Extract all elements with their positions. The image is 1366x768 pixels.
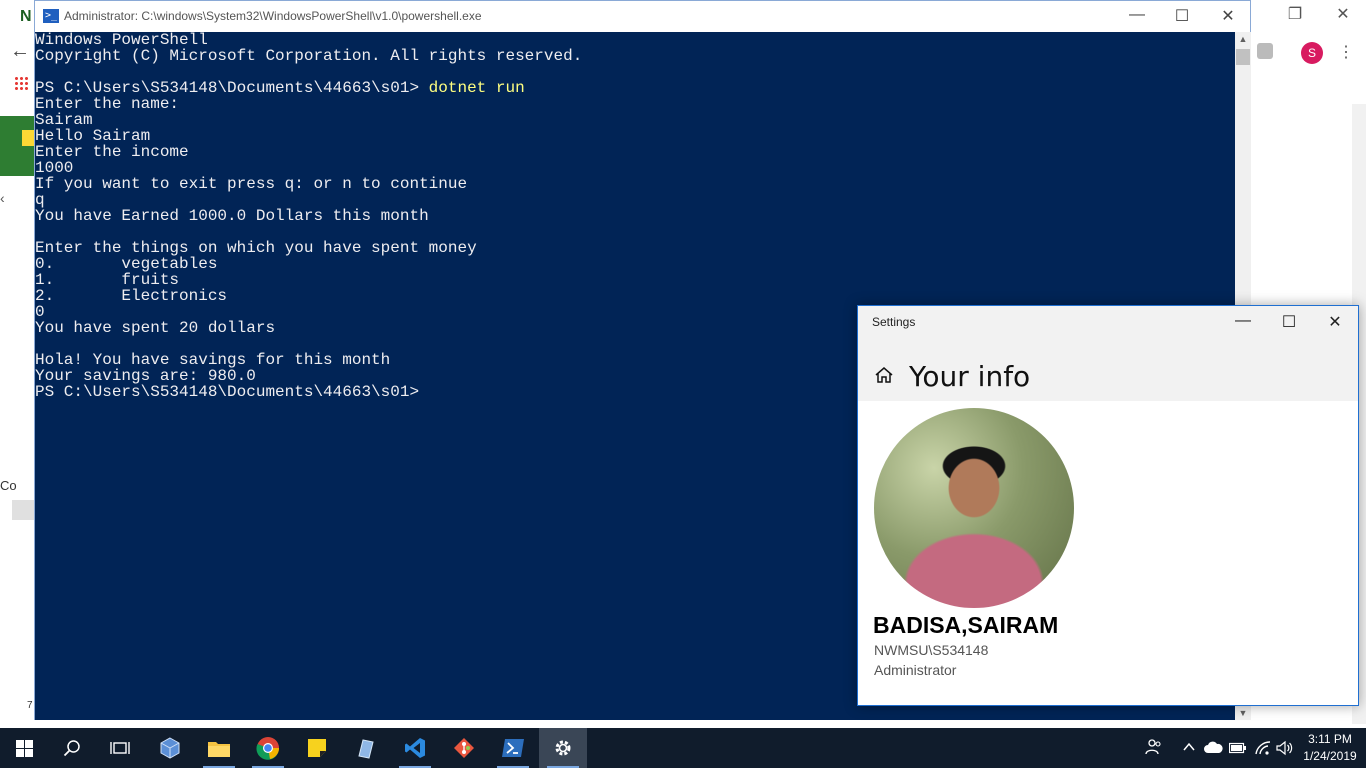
onedrive-cloud-icon[interactable] <box>1203 740 1223 757</box>
background-close-button[interactable]: ✕ <box>1328 4 1358 24</box>
vscode-icon[interactable] <box>391 728 439 768</box>
chrome-icon[interactable] <box>244 728 292 768</box>
maximize-button[interactable]: ☐ <box>1167 6 1197 26</box>
close-button[interactable]: ✕ <box>1213 6 1243 26</box>
background-titlebar: ❐ ✕ <box>1250 0 1366 32</box>
console-line: Hello Sairam <box>35 127 151 145</box>
settings-titlebar[interactable]: Settings — ☐ ✕ <box>858 306 1358 338</box>
profile-avatar[interactable]: S <box>1301 42 1323 64</box>
browser-menu-icon[interactable]: ⋮ <box>1338 42 1354 62</box>
minimize-button[interactable]: — <box>1122 6 1152 24</box>
console-line: 1. fruits <box>35 271 180 289</box>
apps-grid-icon[interactable] <box>14 76 28 90</box>
file-explorer-icon[interactable] <box>195 728 243 768</box>
scroll-down-arrow-icon[interactable]: ▼ <box>1235 708 1251 718</box>
settings-minimize-button[interactable]: — <box>1228 312 1258 330</box>
wifi-icon[interactable] <box>1254 740 1272 759</box>
sticky-notes-icon[interactable] <box>293 728 341 768</box>
background-side-text: Co <box>0 478 17 493</box>
back-arrow-icon[interactable]: ← <box>10 40 30 63</box>
git-icon[interactable] <box>440 728 488 768</box>
battery-icon[interactable] <box>1228 741 1247 757</box>
settings-title: Settings <box>872 315 916 329</box>
clock-time: 3:11 PM <box>1308 732 1352 746</box>
settings-window: Settings — ☐ ✕ Your info BADISA,SAIRAM N… <box>857 305 1359 706</box>
background-folder-icon <box>22 130 34 146</box>
home-icon[interactable] <box>874 365 894 385</box>
people-icon[interactable] <box>1145 738 1163 759</box>
console-line: 2. Electronics <box>35 287 228 305</box>
task-view-icon[interactable] <box>96 728 144 768</box>
system-clock[interactable]: 3:11 PM 1/24/2019 <box>1302 731 1358 765</box>
background-green-logo <box>0 116 34 176</box>
user-avatar <box>874 408 1074 608</box>
user-name: BADISA,SAIRAM <box>873 612 1059 638</box>
search-icon[interactable] <box>48 728 96 768</box>
console-line: Enter the things on which you have spent… <box>35 239 477 257</box>
console-line: Windows PowerShell <box>35 32 208 49</box>
console-line: 1000 <box>35 159 74 177</box>
settings-maximize-button[interactable]: ☐ <box>1274 312 1304 332</box>
volume-icon[interactable] <box>1276 740 1294 759</box>
console-line: PS C:\Users\S534148\Documents\44663\s01>… <box>35 80 1235 96</box>
powershell-icon[interactable] <box>489 728 537 768</box>
windows-start-icon[interactable] <box>0 728 48 768</box>
virtualbox-icon[interactable] <box>146 728 194 768</box>
scroll-thumb[interactable] <box>1236 49 1250 65</box>
settings-close-button[interactable]: ✕ <box>1320 312 1350 332</box>
chevron-left-icon[interactable]: ‹ <box>0 190 5 206</box>
console-line: Enter the name: <box>35 95 180 113</box>
background-logo-letter: N <box>20 8 32 25</box>
console-line: q <box>35 191 45 209</box>
chevron-up-icon[interactable] <box>1182 740 1196 757</box>
settings-gear-icon[interactable] <box>539 728 587 768</box>
background-restore-button[interactable]: ❐ <box>1280 4 1310 24</box>
extension-icon[interactable] <box>1257 43 1273 59</box>
user-role: Administrator <box>874 662 957 678</box>
page-title: Your info <box>909 360 1031 393</box>
powershell-title-icon: >_ <box>43 9 59 23</box>
powershell-titlebar[interactable]: >_ Administrator: C:\windows\System32\Wi… <box>35 1 1250 32</box>
console-line: Enter the income <box>35 143 189 161</box>
console-line: Copyright (C) Microsoft Corporation. All… <box>35 47 583 65</box>
console-line: Sairam <box>35 111 93 129</box>
background-side-number: 7 <box>27 700 33 711</box>
console-line: If you want to exit press q: or n to con… <box>35 175 468 193</box>
console-line: 0. vegetables <box>35 255 218 273</box>
console-command: dotnet run <box>428 79 525 97</box>
scroll-up-arrow-icon[interactable]: ▲ <box>1235 34 1251 44</box>
settings-header: Your info <box>858 338 1358 401</box>
powershell-title: Administrator: C:\windows\System32\Windo… <box>64 9 482 23</box>
taskbar: 3:11 PM 1/24/2019 <box>0 728 1366 768</box>
pen-app-icon[interactable] <box>342 728 390 768</box>
background-side-bar <box>12 500 34 520</box>
clock-date: 1/24/2019 <box>1303 749 1357 763</box>
user-account: NWMSU\S534148 <box>874 642 989 658</box>
console-line: You have Earned 1000.0 Dollars this mont… <box>35 207 429 225</box>
